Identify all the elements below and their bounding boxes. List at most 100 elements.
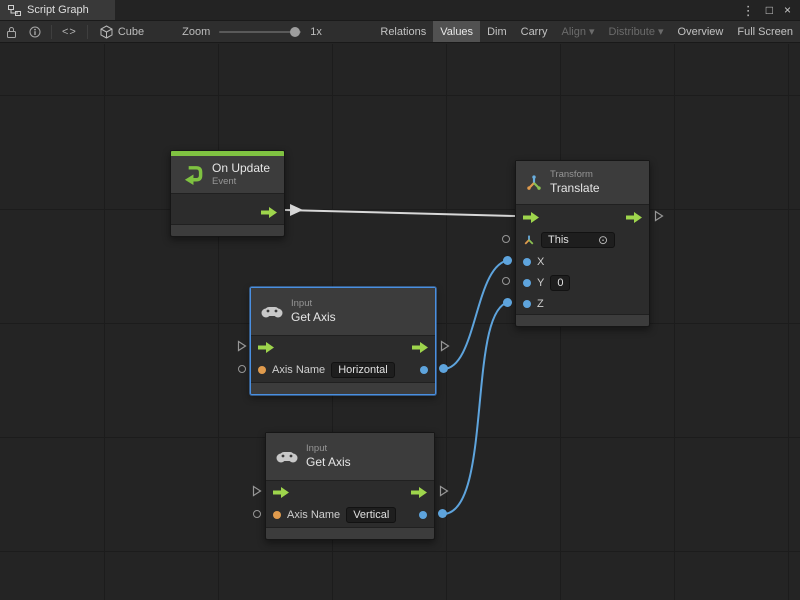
axis-name-field[interactable]: Horizontal xyxy=(331,362,395,378)
node-category: Input xyxy=(291,298,336,310)
relations-button[interactable]: Relations xyxy=(373,21,433,42)
float-port-dot[interactable] xyxy=(523,279,531,287)
z-input-row: Z xyxy=(516,293,649,314)
transform-mini-icon xyxy=(523,234,535,246)
y-port-label: Y xyxy=(537,277,544,289)
y-value-field[interactable]: 0 xyxy=(550,275,570,291)
axis-name-label: Axis Name xyxy=(287,509,340,521)
graph-owner-object[interactable]: Cube xyxy=(92,25,152,39)
edit-source-button[interactable]: <> xyxy=(56,21,83,42)
float-port-dot[interactable] xyxy=(523,258,531,266)
control-out-row xyxy=(171,200,284,224)
get-axis-v-control-in-port[interactable] xyxy=(252,485,262,497)
graph-toolbar: <> Cube Zoom 1x Relations Values Dim Car… xyxy=(0,21,800,43)
x-input-row: X xyxy=(516,251,649,272)
zoom-label: Zoom xyxy=(182,26,210,38)
control-row xyxy=(516,205,649,229)
full-screen-button[interactable]: Full Screen xyxy=(730,21,800,42)
node-title: Get Axis xyxy=(291,310,336,325)
toolbar-separator xyxy=(51,25,52,39)
node-footer xyxy=(171,224,284,236)
inspect-button[interactable] xyxy=(23,21,47,42)
values-button[interactable]: Values xyxy=(433,21,480,42)
node-footer xyxy=(251,382,435,394)
get-axis-h-value-in-port[interactable] xyxy=(238,365,246,373)
object-name: Cube xyxy=(118,26,144,38)
get-axis-h-ports: Axis Name Horizontal xyxy=(251,336,435,382)
gamepad-icon xyxy=(261,305,283,318)
control-out-arrow-icon[interactable] xyxy=(411,487,427,498)
update-loop-icon xyxy=(181,164,204,185)
maximize-icon[interactable]: □ xyxy=(766,4,773,16)
object-picker-icon[interactable]: ⊙ xyxy=(598,234,608,246)
translate-this-port[interactable] xyxy=(502,235,510,243)
zoom-slider-handle[interactable] xyxy=(290,27,300,37)
node-get-axis-horizontal[interactable]: Input Get Axis Axis Name Horizontal xyxy=(250,287,436,395)
translate-z-port[interactable] xyxy=(503,298,512,307)
lock-button[interactable] xyxy=(0,21,23,42)
axis-name-label: Axis Name xyxy=(272,364,325,376)
tab-label: Script Graph xyxy=(27,4,89,16)
this-value: This xyxy=(548,234,569,246)
window-titlebar: Script Graph ⋮ □ × xyxy=(0,0,800,21)
carry-button[interactable]: Carry xyxy=(514,21,555,42)
control-out-arrow-icon[interactable] xyxy=(412,342,428,353)
node-category: Input xyxy=(306,443,351,455)
node-get-axis-vertical[interactable]: Input Get Axis Axis Name Vertical xyxy=(265,432,435,540)
close-icon[interactable]: × xyxy=(784,4,791,16)
control-out-arrow-icon[interactable] xyxy=(626,212,642,223)
string-port-dot[interactable] xyxy=(258,366,266,374)
node-on-update[interactable]: On Update Event xyxy=(170,150,285,237)
this-row: This ⊙ xyxy=(516,229,649,251)
script-graph-icon xyxy=(8,5,21,16)
align-dropdown[interactable]: Align ▾ xyxy=(555,21,602,42)
control-out-arrow-icon[interactable] xyxy=(261,207,277,218)
zoom-slider[interactable] xyxy=(219,31,301,33)
translate-x-port[interactable] xyxy=(503,256,512,265)
control-row xyxy=(251,336,435,358)
transform-gizmo-icon xyxy=(526,175,542,191)
on-update-ports xyxy=(171,194,284,224)
string-port-dot[interactable] xyxy=(273,511,281,519)
control-in-arrow-icon[interactable] xyxy=(258,342,274,353)
axis-name-row: Axis Name Horizontal xyxy=(251,358,435,382)
get-axis-v-value-out-port[interactable] xyxy=(438,509,447,518)
float-port-dot[interactable] xyxy=(523,300,531,308)
get-axis-h-value-out-port[interactable] xyxy=(439,364,448,373)
get-axis-h-header: Input Get Axis xyxy=(251,288,435,336)
node-translate[interactable]: Transform Translate This ⊙ xyxy=(515,160,650,327)
control-in-arrow-icon[interactable] xyxy=(523,212,539,223)
tab-script-graph[interactable]: Script Graph xyxy=(0,0,115,20)
node-subtitle: Event xyxy=(212,176,270,188)
this-object-field[interactable]: This ⊙ xyxy=(541,232,615,248)
zoom-control: Zoom 1x xyxy=(152,26,322,38)
z-port-label: Z xyxy=(537,298,544,310)
axis-name-field[interactable]: Vertical xyxy=(346,507,396,523)
on-update-header: On Update Event xyxy=(171,156,284,194)
node-category: Transform xyxy=(550,169,600,181)
window-controls: ⋮ □ × xyxy=(742,0,800,20)
get-axis-v-header: Input Get Axis xyxy=(266,433,434,481)
control-row xyxy=(266,481,434,503)
float-output-dot[interactable] xyxy=(419,511,427,519)
get-axis-h-control-in-port[interactable] xyxy=(237,340,247,352)
node-title: On Update xyxy=(212,161,270,176)
chevron-down-icon: ▾ xyxy=(589,25,595,38)
translate-control-out-port[interactable] xyxy=(654,210,664,222)
distribute-dropdown[interactable]: Distribute ▾ xyxy=(602,21,671,42)
get-axis-v-value-in-port[interactable] xyxy=(253,510,261,518)
node-footer xyxy=(516,314,649,326)
window-menu-icon[interactable]: ⋮ xyxy=(742,4,755,17)
get-axis-v-control-out-port[interactable] xyxy=(439,485,449,497)
control-in-arrow-icon[interactable] xyxy=(273,487,289,498)
translate-y-port[interactable] xyxy=(502,277,510,285)
overview-button[interactable]: Overview xyxy=(671,21,731,42)
translate-ports: This ⊙ X Y 0 Z xyxy=(516,205,649,314)
toolbar-separator xyxy=(87,25,88,39)
get-axis-v-ports: Axis Name Vertical xyxy=(266,481,434,527)
get-axis-h-control-out-port[interactable] xyxy=(440,340,450,352)
float-output-dot[interactable] xyxy=(420,366,428,374)
translate-header: Transform Translate xyxy=(516,161,649,205)
node-footer xyxy=(266,527,434,539)
dim-button[interactable]: Dim xyxy=(480,21,514,42)
